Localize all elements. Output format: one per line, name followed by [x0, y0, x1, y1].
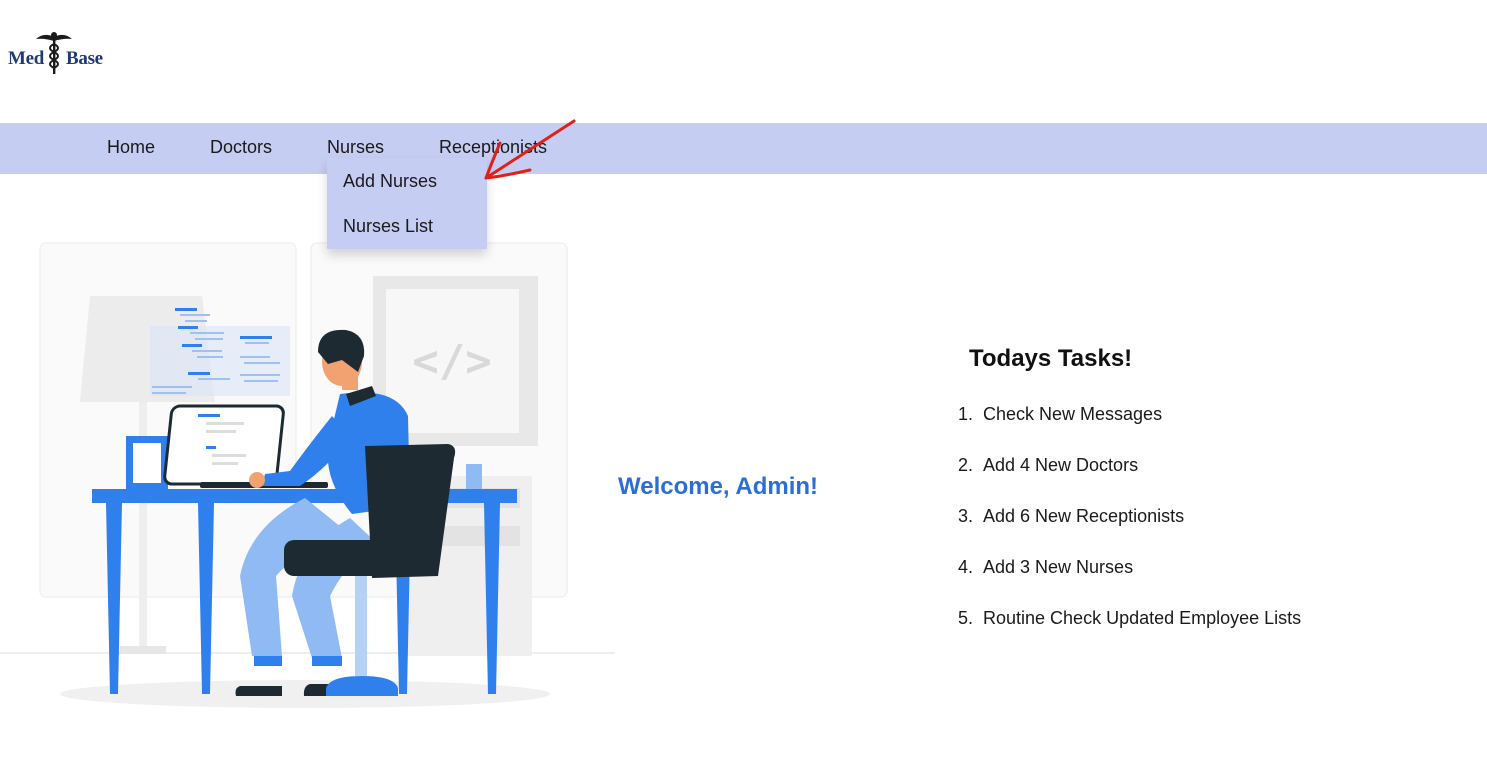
dropdown-item-add-nurses[interactable]: Add Nurses [343, 171, 437, 192]
task-text: Check New Messages [983, 404, 1163, 424]
task-item: 3. Add 6 New Receptionists [958, 506, 1301, 557]
task-text: Add 4 New Doctors [983, 455, 1139, 475]
task-item: 2. Add 4 New Doctors [958, 455, 1301, 506]
nurses-dropdown-menu: Add Nurses Nurses List [327, 158, 487, 249]
task-number: 5. [958, 608, 974, 628]
task-text: Add 3 New Nurses [983, 557, 1134, 577]
nav-item-nurses[interactable]: Nurses [327, 137, 384, 158]
nav-item-doctors[interactable]: Doctors [210, 137, 272, 158]
task-item: 5. Routine Check Updated Employee Lists [958, 608, 1301, 659]
dropdown-item-nurses-list[interactable]: Nurses List [343, 216, 433, 237]
developer-at-desk-illustration: </> [0, 242, 615, 708]
task-number: 1. [958, 404, 974, 424]
task-text: Routine Check Updated Employee Lists [983, 608, 1302, 628]
task-number: 2. [958, 455, 974, 475]
task-number: 3. [958, 506, 974, 526]
code-symbol-icon: </> [412, 336, 491, 387]
main-navbar: Home Doctors Nurses Receptionists [0, 123, 1487, 174]
red-arrow-icon [484, 119, 576, 180]
task-item: 1. Check New Messages [958, 404, 1301, 455]
task-text: Add 6 New Receptionists [983, 506, 1185, 526]
nav-item-home[interactable]: Home [107, 137, 155, 158]
medbase-logo[interactable]: Med Base [6, 28, 110, 78]
task-item: 4. Add 3 New Nurses [958, 557, 1301, 608]
tasks-title: Todays Tasks! [969, 345, 1133, 372]
tasks-list: 1. Check New Messages 2. Add 4 New Doctors… [958, 404, 1301, 659]
task-number: 4. [958, 557, 974, 577]
welcome-message: Welcome, Admin! [618, 473, 819, 500]
logo-text-base: Base [66, 48, 103, 69]
